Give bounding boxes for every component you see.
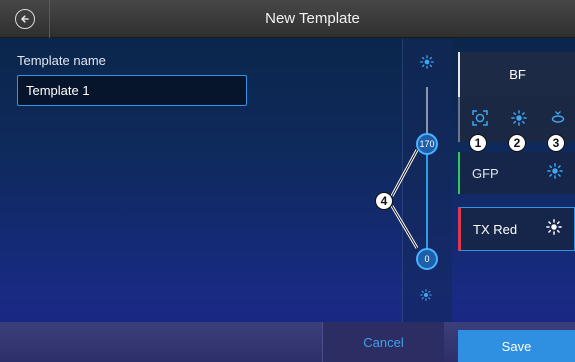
page-title: New Template	[265, 10, 360, 27]
callout-2: 2	[508, 134, 526, 152]
channel-tx-red[interactable]: TX Red	[458, 207, 575, 251]
template-name-label: Template name	[17, 53, 106, 68]
channel-gfp[interactable]: GFP	[458, 152, 575, 194]
channel-tx-red-label: TX Red	[473, 221, 518, 237]
save-button[interactable]: Save	[458, 330, 575, 362]
light-sun-icon[interactable]	[546, 218, 562, 240]
callout-3: 3	[547, 134, 565, 152]
channel-gfp-label: GFP	[472, 165, 499, 181]
title-bar: New Template	[0, 0, 575, 38]
template-name-input[interactable]	[17, 75, 247, 106]
light-sun-icon	[420, 55, 434, 74]
callout-4: 4	[375, 192, 393, 210]
light-sun-icon[interactable]	[547, 162, 563, 184]
callout-1: 1	[469, 134, 487, 152]
channel-bf-label: BF	[509, 67, 526, 82]
focus-lens-icon	[551, 110, 565, 131]
light-sun-icon	[420, 288, 432, 306]
arrow-left-circle-icon	[14, 9, 35, 29]
autofocus-frame-icon	[471, 110, 488, 131]
back-button[interactable]	[0, 0, 50, 38]
channel-bf[interactable]: BF	[458, 52, 575, 97]
cancel-button[interactable]: Cancel	[322, 322, 444, 362]
light-sun-icon	[510, 110, 527, 131]
app-window: New Template Template name 170 0	[0, 0, 575, 362]
